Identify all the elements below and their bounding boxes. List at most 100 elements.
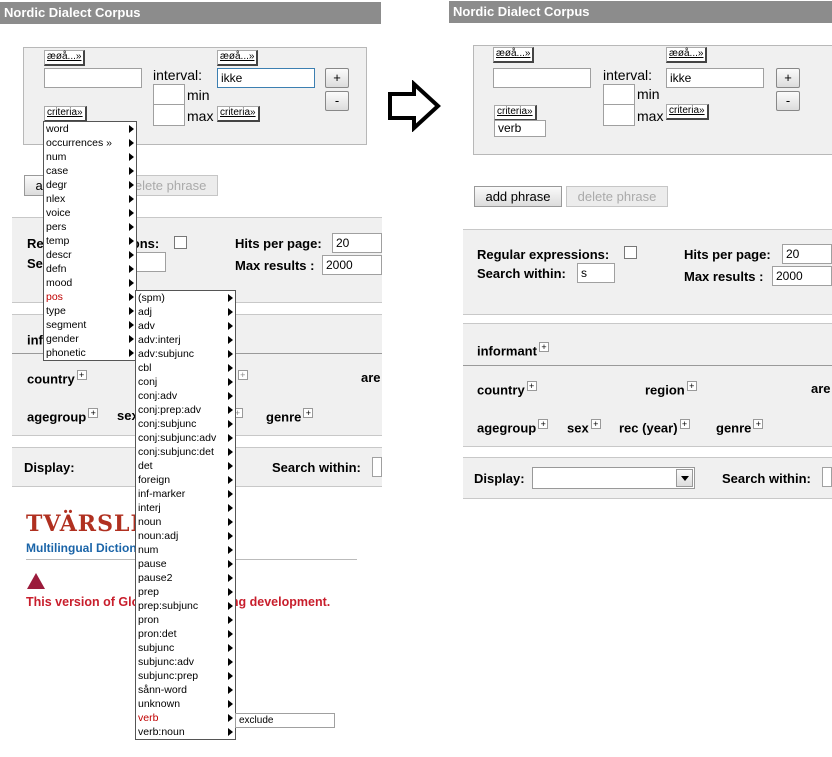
criteria-menu-item[interactable]: occurrences » bbox=[44, 136, 136, 150]
criteria-menu-item[interactable]: segment bbox=[44, 318, 136, 332]
display-search-input[interactable] bbox=[372, 457, 382, 477]
criteria-menu-item[interactable]: pers bbox=[44, 220, 136, 234]
sex-label[interactable]: sex + bbox=[567, 419, 601, 435]
pos-menu-item[interactable]: cbl bbox=[136, 361, 235, 375]
search-within-input[interactable]: s bbox=[577, 263, 615, 283]
criteria-button[interactable]: criteria» bbox=[44, 106, 87, 122]
char-picker-button[interactable]: æøå...» bbox=[493, 47, 535, 63]
criteria-menu-item[interactable]: pos bbox=[44, 290, 136, 304]
criteria-menu-item[interactable]: voice bbox=[44, 206, 136, 220]
pos-menu-item[interactable]: adv:interj bbox=[136, 333, 235, 347]
interval-label: interval: bbox=[153, 67, 203, 83]
char-picker-button[interactable]: æøå...» bbox=[44, 50, 86, 66]
criteria-menu-item[interactable]: defn bbox=[44, 262, 136, 276]
pos-menu-item[interactable]: prep bbox=[136, 585, 235, 599]
interval-max-input[interactable] bbox=[153, 104, 185, 126]
pos-menu-item[interactable]: inf-marker bbox=[136, 487, 235, 501]
interval-min-input[interactable] bbox=[603, 84, 635, 106]
pos-menu-item[interactable]: subjunc:prep bbox=[136, 669, 235, 683]
criteria-menu-item[interactable]: mood bbox=[44, 276, 136, 290]
word-input[interactable] bbox=[493, 68, 591, 88]
add-token-button[interactable]: + bbox=[776, 68, 800, 88]
pos-menu-item[interactable]: adv bbox=[136, 319, 235, 333]
pos-menu-item[interactable]: noun:adj bbox=[136, 529, 235, 543]
pos-menu-item[interactable]: prep:subjunc bbox=[136, 599, 235, 613]
add-phrase-button[interactable]: add phrase bbox=[474, 186, 562, 207]
criteria-menu-item[interactable]: type bbox=[44, 304, 136, 318]
pos-menu-item[interactable]: num bbox=[136, 543, 235, 557]
right-word-input[interactable]: ikke bbox=[666, 68, 764, 88]
pos-menu-item[interactable]: conj bbox=[136, 375, 235, 389]
pos-menu-item[interactable]: pron:det bbox=[136, 627, 235, 641]
interval-max-input[interactable] bbox=[603, 104, 635, 126]
country-label[interactable]: country + bbox=[27, 370, 87, 386]
char-picker-button-right[interactable]: æøå...» bbox=[666, 47, 708, 63]
pos-menu-item[interactable]: verb:noun bbox=[136, 725, 235, 739]
pos-menu-item[interactable]: conj:subjunc:det bbox=[136, 445, 235, 459]
criteria-menu-item[interactable]: degr bbox=[44, 178, 136, 192]
pos-menu-item[interactable]: interj bbox=[136, 501, 235, 515]
area-label[interactable]: are bbox=[361, 370, 381, 385]
hits-input[interactable]: 20 bbox=[782, 244, 832, 264]
add-token-button[interactable]: + bbox=[325, 68, 349, 88]
pos-menu-item[interactable]: adj bbox=[136, 305, 235, 319]
submenu-arrow-icon bbox=[129, 321, 134, 329]
pos-menu-item[interactable]: foreign bbox=[136, 473, 235, 487]
criteria-menu-item[interactable]: phonetic bbox=[44, 346, 136, 360]
criteria-menu-item[interactable]: word bbox=[44, 122, 136, 136]
delete-phrase-button[interactable]: delete phrase bbox=[566, 186, 668, 207]
informant-label[interactable]: informant+ bbox=[477, 342, 549, 358]
chevron-down-icon[interactable] bbox=[676, 469, 693, 487]
criteria-menu-item[interactable]: nlex bbox=[44, 192, 136, 206]
area-label[interactable]: are bbox=[811, 381, 831, 396]
pos-menu-item[interactable]: adv:subjunc bbox=[136, 347, 235, 361]
display-search-input[interactable] bbox=[822, 467, 832, 487]
genre-label[interactable]: genre + bbox=[266, 408, 314, 424]
country-label[interactable]: country + bbox=[477, 381, 537, 397]
criteria-menu-item[interactable]: case bbox=[44, 164, 136, 178]
pos-menu-item[interactable]: conj:subjunc:adv bbox=[136, 431, 235, 445]
hits-input[interactable]: 20 bbox=[332, 233, 382, 253]
agegroup-label[interactable]: agegroup + bbox=[477, 419, 549, 435]
pos-menu-item[interactable]: conj:subjunc bbox=[136, 417, 235, 431]
right-word-input[interactable]: ikke bbox=[217, 68, 315, 88]
pos-menu-item[interactable]: conj:prep:adv bbox=[136, 403, 235, 417]
pos-menu-item[interactable]: subjunc:adv bbox=[136, 655, 235, 669]
pos-menu-item[interactable]: pause bbox=[136, 557, 235, 571]
pos-menu-item[interactable]: noun bbox=[136, 515, 235, 529]
regex-checkbox[interactable] bbox=[624, 246, 637, 259]
exclude-input[interactable]: exclude bbox=[235, 713, 335, 728]
submenu-arrow-icon bbox=[228, 644, 233, 652]
pos-menu-item[interactable]: conj:adv bbox=[136, 389, 235, 403]
genre-label[interactable]: genre + bbox=[716, 419, 764, 435]
warning-icon bbox=[27, 573, 45, 589]
criteria-menu-item[interactable]: gender bbox=[44, 332, 136, 346]
agegroup-label[interactable]: agegroup + bbox=[27, 408, 99, 424]
region-label[interactable]: region+ bbox=[645, 381, 697, 397]
interval-min-input[interactable] bbox=[153, 84, 185, 106]
criteria-menu-item[interactable]: temp bbox=[44, 234, 136, 248]
criteria-menu-item[interactable]: num bbox=[44, 150, 136, 164]
criteria-button[interactable]: criteria» bbox=[494, 105, 537, 121]
pos-menu-item[interactable]: subjunc bbox=[136, 641, 235, 655]
pos-menu-item[interactable]: verb bbox=[136, 711, 235, 725]
pos-menu-item[interactable]: pause2 bbox=[136, 571, 235, 585]
remove-token-button[interactable]: - bbox=[325, 91, 349, 111]
pos-menu-item[interactable]: unknown bbox=[136, 697, 235, 711]
criteria-button-right[interactable]: criteria» bbox=[217, 106, 260, 122]
pos-menu-item[interactable]: sånn-word bbox=[136, 683, 235, 697]
word-input[interactable] bbox=[44, 68, 142, 88]
char-picker-button-right[interactable]: æøå...» bbox=[217, 50, 259, 66]
remove-token-button[interactable]: - bbox=[776, 91, 800, 111]
rec-year-label[interactable]: rec (year)+ bbox=[619, 419, 690, 435]
max-results-input[interactable]: 2000 bbox=[772, 266, 832, 286]
criteria-button-right[interactable]: criteria» bbox=[666, 104, 709, 120]
pos-menu-item[interactable]: pron bbox=[136, 613, 235, 627]
criteria-menu-item[interactable]: descr bbox=[44, 248, 136, 262]
display-select[interactable] bbox=[532, 467, 695, 489]
pos-menu-item[interactable]: det bbox=[136, 459, 235, 473]
regex-checkbox[interactable] bbox=[174, 236, 187, 249]
max-results-input[interactable]: 2000 bbox=[322, 255, 382, 275]
pos-menu-item[interactable]: (spm) bbox=[136, 291, 235, 305]
criteria-verb-input[interactable]: verb bbox=[494, 120, 546, 137]
